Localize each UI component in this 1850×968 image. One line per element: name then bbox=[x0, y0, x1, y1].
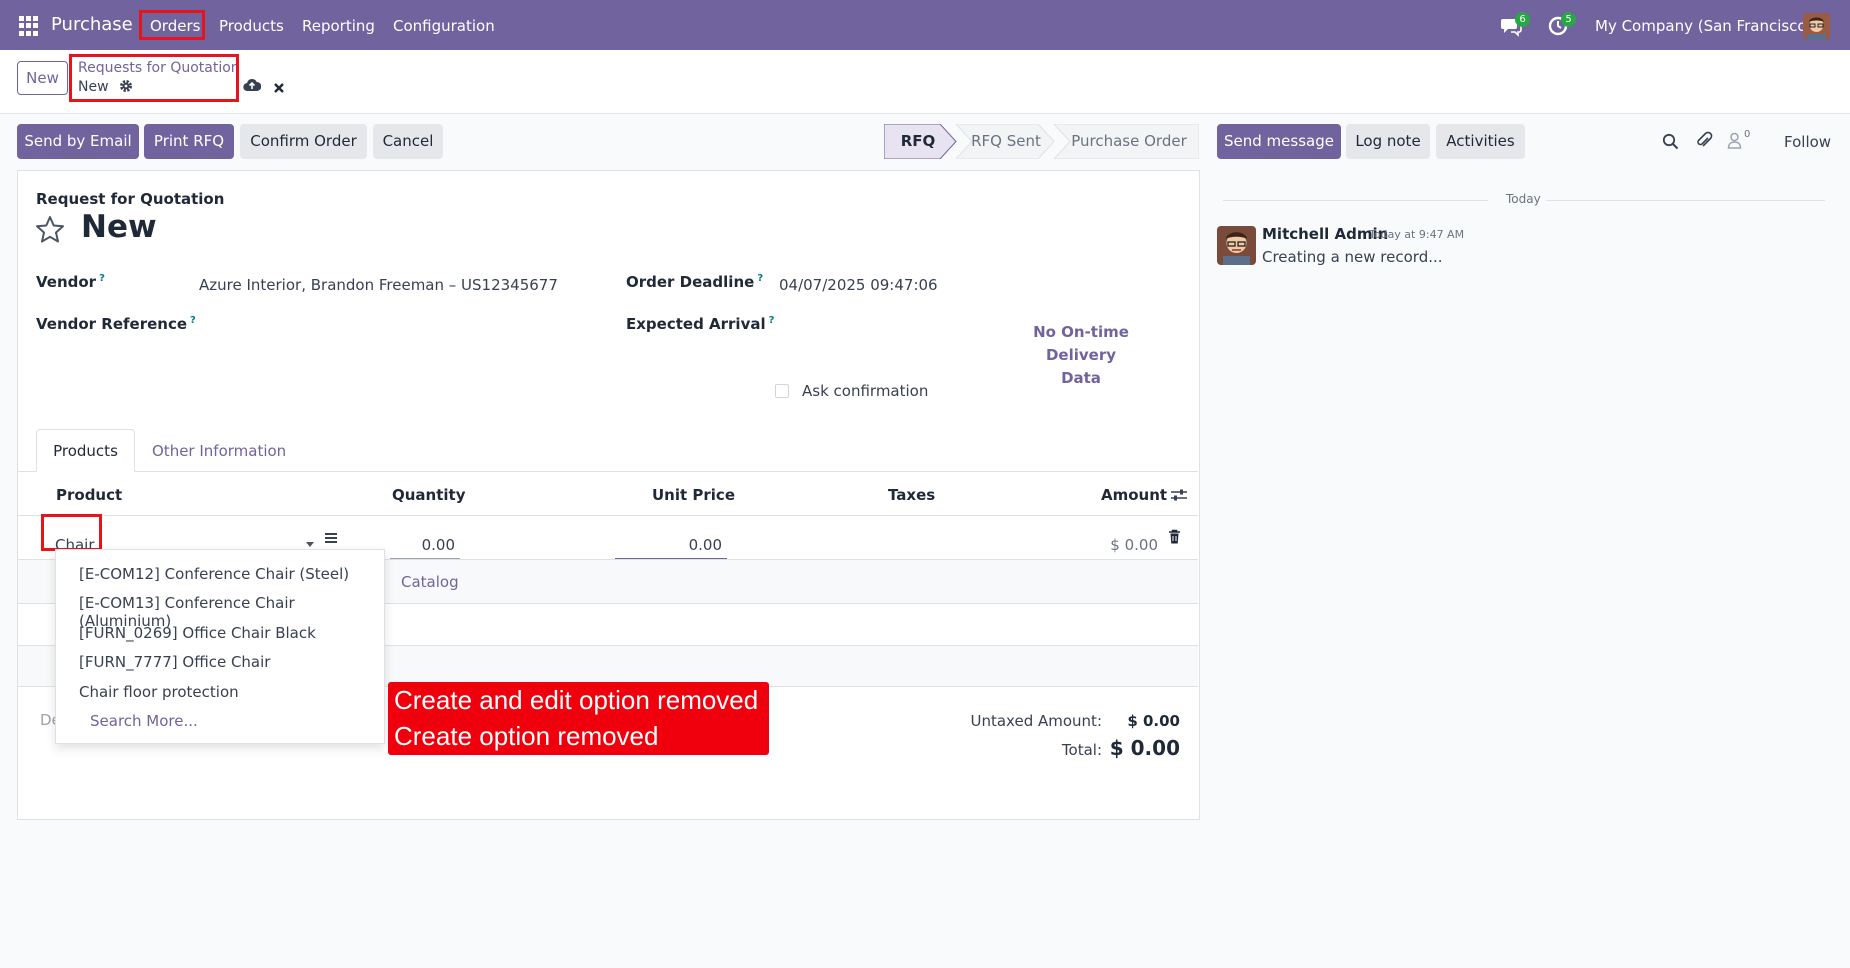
expected-arrival-label-text: Expected Arrival bbox=[626, 315, 766, 333]
search-icon[interactable] bbox=[1662, 133, 1679, 154]
order-deadline-help-icon[interactable]: ? bbox=[757, 273, 763, 284]
unit-price-input[interactable]: 0.00 bbox=[620, 536, 722, 554]
search-more-link[interactable]: Search More... bbox=[90, 712, 198, 730]
annotation-line-2: Create option removed bbox=[394, 721, 659, 751]
chatter-date-separator: Today bbox=[1506, 192, 1541, 206]
column-taxes[interactable]: Taxes bbox=[888, 486, 935, 504]
expected-arrival-label: Expected Arrival? bbox=[626, 315, 774, 333]
menu-configuration[interactable]: Configuration bbox=[393, 17, 495, 35]
highlight-product-input bbox=[41, 514, 102, 551]
followers-count: 0 bbox=[1744, 129, 1751, 140]
on-time-delivery-line1: No On-time Delivery bbox=[1033, 323, 1129, 364]
column-quantity[interactable]: Quantity bbox=[392, 486, 466, 504]
paperclip-icon[interactable] bbox=[1695, 131, 1713, 154]
total-label: Total: bbox=[1061, 741, 1102, 759]
dropdown-option[interactable]: [FURN_0269] Office Chair Black bbox=[79, 624, 316, 642]
dropdown-option[interactable]: [FURN_7777] Office Chair bbox=[79, 653, 270, 671]
save-cloud-icon[interactable] bbox=[243, 78, 262, 96]
ask-confirmation-label: Ask confirmation bbox=[802, 382, 929, 400]
tab-products[interactable]: Products bbox=[36, 429, 135, 472]
amount-value: $ 0.00 bbox=[1110, 536, 1158, 554]
log-note-button[interactable]: Log note bbox=[1346, 124, 1430, 159]
followers-icon[interactable] bbox=[1727, 132, 1742, 153]
document-type-label: Request for Quotation bbox=[36, 190, 225, 208]
send-by-email-button[interactable]: Send by Email bbox=[17, 124, 139, 159]
messages-badge: 6 bbox=[1515, 12, 1530, 27]
column-amount[interactable]: Amount bbox=[1101, 486, 1167, 504]
dropdown-option[interactable]: Chair floor protection bbox=[79, 683, 239, 701]
message-time: Today at 9:47 AM bbox=[1369, 228, 1465, 241]
vendor-help-icon[interactable]: ? bbox=[99, 273, 105, 284]
tabs-divider bbox=[18, 471, 1198, 472]
stage-rfq-sent[interactable]: RFQ Sent bbox=[964, 124, 1048, 159]
order-deadline-label-text: Order Deadline bbox=[626, 273, 755, 291]
header-divider bbox=[18, 515, 1198, 516]
on-time-delivery-line2: Data bbox=[1061, 369, 1101, 387]
on-time-delivery-button[interactable]: No On-time Delivery Data bbox=[1000, 321, 1162, 390]
vendor-reference-help-icon[interactable]: ? bbox=[190, 315, 196, 326]
untaxed-amount-label: Untaxed Amount: bbox=[970, 712, 1103, 730]
chatter-divider-right bbox=[1546, 200, 1825, 201]
star-icon[interactable] bbox=[35, 215, 65, 247]
app-name[interactable]: Purchase bbox=[51, 14, 133, 35]
vendor-label: Vendor? bbox=[36, 273, 105, 291]
optional-columns-icon[interactable] bbox=[1170, 488, 1188, 506]
print-rfq-button[interactable]: Print RFQ bbox=[144, 124, 234, 159]
confirm-order-button[interactable]: Confirm Order bbox=[240, 124, 367, 159]
stage-purchase-order[interactable]: Purchase Order bbox=[1064, 124, 1194, 159]
highlight-orders bbox=[139, 10, 205, 40]
discard-close-icon[interactable] bbox=[273, 80, 285, 98]
vendor-field[interactable]: Azure Interior, Brandon Freeman – US1234… bbox=[199, 276, 558, 294]
untaxed-amount-value: $ 0.00 bbox=[1127, 712, 1180, 730]
ask-confirmation-checkbox[interactable] bbox=[775, 384, 789, 398]
tab-other-information[interactable]: Other Information bbox=[152, 442, 286, 460]
order-deadline-field[interactable]: 04/07/2025 09:47:06 bbox=[779, 276, 938, 294]
menu-reporting[interactable]: Reporting bbox=[302, 17, 375, 35]
total-value: $ 0.00 bbox=[1109, 736, 1180, 760]
send-message-button[interactable]: Send message bbox=[1217, 124, 1341, 159]
order-deadline-label: Order Deadline? bbox=[626, 273, 763, 291]
product-list-icon[interactable] bbox=[324, 531, 338, 549]
vendor-reference-label: Vendor Reference? bbox=[36, 315, 196, 333]
record-title: New bbox=[81, 209, 157, 245]
trash-icon[interactable] bbox=[1168, 529, 1181, 549]
stage-rfq[interactable]: RFQ bbox=[884, 124, 952, 159]
menu-products[interactable]: Products bbox=[219, 17, 284, 35]
dropdown-option[interactable]: [E-COM12] Conference Chair (Steel) bbox=[79, 565, 349, 583]
quantity-input[interactable]: 0.00 bbox=[390, 536, 455, 554]
user-avatar[interactable] bbox=[1803, 13, 1830, 40]
follow-button[interactable]: Follow bbox=[1784, 133, 1831, 151]
annotation-callout: Create and edit option removed Create op… bbox=[388, 682, 769, 755]
highlight-breadcrumb bbox=[69, 54, 239, 102]
column-product[interactable]: Product bbox=[56, 486, 122, 504]
chatter-divider-left bbox=[1223, 200, 1488, 201]
column-unit-price[interactable]: Unit Price bbox=[652, 486, 735, 504]
cancel-button[interactable]: Cancel bbox=[373, 124, 443, 159]
status-bar: RFQ RFQ Sent Purchase Order bbox=[884, 124, 1199, 159]
vendor-label-text: Vendor bbox=[36, 273, 97, 291]
catalog-link[interactable]: Catalog bbox=[401, 573, 459, 591]
top-navbar: Purchase Orders Products Reporting Confi… bbox=[0, 0, 1850, 50]
vendor-reference-label-text: Vendor Reference bbox=[36, 315, 188, 333]
apps-menu-icon[interactable] bbox=[19, 16, 39, 36]
product-autocomplete-dropdown: [E-COM12] Conference Chair (Steel) [E-CO… bbox=[55, 549, 385, 744]
activities-badge: 5 bbox=[1561, 12, 1576, 27]
activities-button[interactable]: Activities bbox=[1436, 124, 1525, 159]
message-body: Creating a new record... bbox=[1262, 248, 1443, 266]
author-avatar[interactable] bbox=[1217, 226, 1256, 265]
company-switcher[interactable]: My Company (San Francisco) bbox=[1595, 17, 1812, 35]
annotation-line-1: Create and edit option removed bbox=[394, 685, 759, 715]
new-button[interactable]: New bbox=[17, 61, 68, 95]
expected-arrival-help-icon[interactable]: ? bbox=[769, 315, 775, 326]
